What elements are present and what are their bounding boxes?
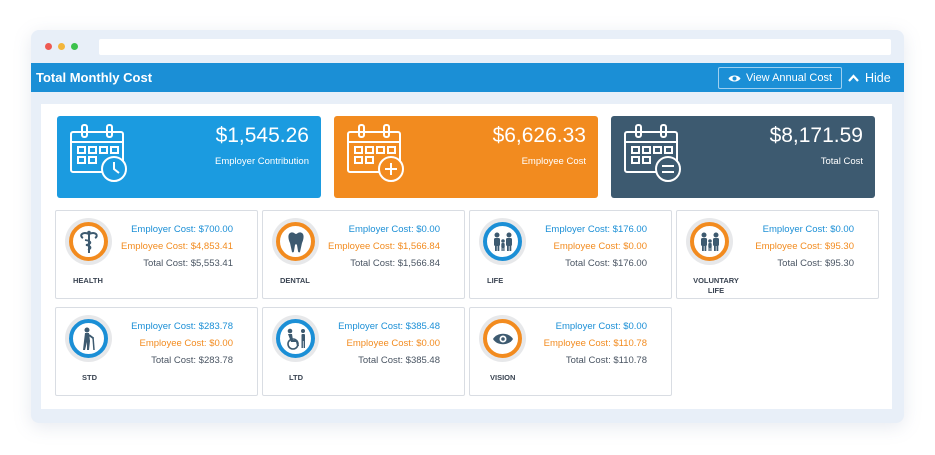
benefit-card-std[interactable]: Employer Cost: $283.78 Employee Cost: $0…	[55, 307, 258, 396]
std-total-cost: Total Cost: $283.78	[151, 355, 233, 366]
hide-button[interactable]: Hide	[848, 67, 891, 89]
life-icon-ring	[479, 218, 526, 265]
total-cost-tile: $8,171.59 Total Cost	[611, 116, 875, 198]
employer-contribution-label: Employer Contribution	[215, 156, 309, 167]
wheelchair-icon	[286, 328, 305, 350]
cost-panel: $1,545.26 Employer Contribution $6,626.3…	[41, 104, 892, 409]
life-label: LIFE	[487, 276, 504, 285]
employer-contribution-tile: $1,545.26 Employer Contribution	[57, 116, 321, 198]
vision-employee-cost: Employee Cost: $110.78	[543, 338, 647, 349]
total-cost-amount: $8,171.59	[769, 124, 863, 147]
benefit-card-voluntary-life[interactable]: Employer Cost: $0.00 Employee Cost: $95.…	[676, 210, 879, 299]
employer-contribution-amount: $1,545.26	[215, 124, 309, 147]
family-icon	[700, 232, 719, 251]
ltd-icon-ring	[272, 315, 319, 362]
voluntary-life-employee-cost: Employee Cost: $95.30	[755, 241, 854, 252]
health-employee-cost: Employee Cost: $4,853.41	[121, 241, 233, 252]
vision-employer-cost: Employer Cost: $0.00	[555, 321, 647, 332]
dental-employer-cost: Employer Cost: $0.00	[348, 224, 440, 235]
employee-cost-label: Employee Cost	[521, 156, 586, 167]
chevron-up-icon	[848, 74, 859, 82]
employee-cost-tile: $6,626.33 Employee Cost	[334, 116, 598, 198]
benefit-card-dental[interactable]: Employer Cost: $0.00 Employee Cost: $1,5…	[262, 210, 465, 299]
benefit-card-health[interactable]: Employer Cost: $700.00 Employee Cost: $4…	[55, 210, 258, 299]
voluntary-life-label: VOLUNTARY LIFE	[693, 276, 739, 295]
eye-icon	[492, 333, 513, 344]
hide-label: Hide	[865, 71, 891, 85]
family-icon	[493, 232, 512, 251]
page-title: Total Monthly Cost	[36, 70, 153, 85]
life-total-cost: Total Cost: $176.00	[565, 258, 647, 269]
window-controls	[45, 43, 78, 50]
browser-window: Total Monthly Cost View Annual Cost Hide	[31, 30, 904, 423]
std-employee-cost: Employee Cost: $0.00	[139, 338, 233, 349]
tooth-icon	[287, 231, 304, 252]
dental-total-cost: Total Cost: $1,566.84	[350, 258, 440, 269]
calendar-clock-icon	[70, 124, 127, 182]
ltd-label: LTD	[289, 373, 304, 382]
dental-label: DENTAL	[280, 276, 310, 285]
ltd-employee-cost: Employee Cost: $0.00	[346, 338, 440, 349]
total-cost-label: Total Cost	[820, 156, 863, 167]
health-employer-cost: Employer Cost: $700.00	[131, 224, 233, 235]
person-cane-icon	[82, 327, 95, 350]
std-employer-cost: Employer Cost: $283.78	[131, 321, 233, 332]
voluntary-life-icon-ring	[686, 218, 733, 265]
life-employer-cost: Employer Cost: $176.00	[545, 224, 647, 235]
cost-header: Total Monthly Cost View Annual Cost Hide	[31, 63, 904, 92]
vision-total-cost: Total Cost: $110.78	[565, 355, 647, 366]
benefit-card-vision[interactable]: Employer Cost: $0.00 Employee Cost: $110…	[469, 307, 672, 396]
ltd-total-cost: Total Cost: $385.48	[358, 355, 440, 366]
benefit-card-ltd[interactable]: Employer Cost: $385.48 Employee Cost: $0…	[262, 307, 465, 396]
view-annual-cost-button[interactable]: View Annual Cost	[718, 67, 842, 89]
employee-cost-amount: $6,626.33	[492, 124, 586, 147]
std-icon-ring	[65, 315, 112, 362]
maximize-dot[interactable]	[71, 43, 78, 50]
dental-icon-ring	[272, 218, 319, 265]
dental-employee-cost: Employee Cost: $1,566.84	[328, 241, 440, 252]
caduceus-icon	[79, 230, 98, 253]
view-annual-cost-label: View Annual Cost	[745, 72, 833, 84]
voluntary-life-total-cost: Total Cost: $95.30	[777, 258, 854, 269]
close-dot[interactable]	[45, 43, 52, 50]
health-icon-ring	[65, 218, 112, 265]
ltd-employer-cost: Employer Cost: $385.48	[338, 321, 440, 332]
vision-label: VISION	[490, 373, 516, 382]
eye-icon	[728, 75, 741, 81]
calendar-equals-icon	[624, 124, 681, 182]
voluntary-life-employer-cost: Employer Cost: $0.00	[762, 224, 854, 235]
vision-icon-ring	[479, 315, 526, 362]
std-label: STD	[82, 373, 97, 382]
minimize-dot[interactable]	[58, 43, 65, 50]
life-employee-cost: Employee Cost: $0.00	[553, 241, 647, 252]
address-bar[interactable]	[99, 39, 891, 55]
health-total-cost: Total Cost: $5,553.41	[143, 258, 233, 269]
calendar-plus-icon	[347, 124, 404, 182]
health-label: HEALTH	[73, 276, 103, 285]
benefit-card-life[interactable]: Employer Cost: $176.00 Employee Cost: $0…	[469, 210, 672, 299]
